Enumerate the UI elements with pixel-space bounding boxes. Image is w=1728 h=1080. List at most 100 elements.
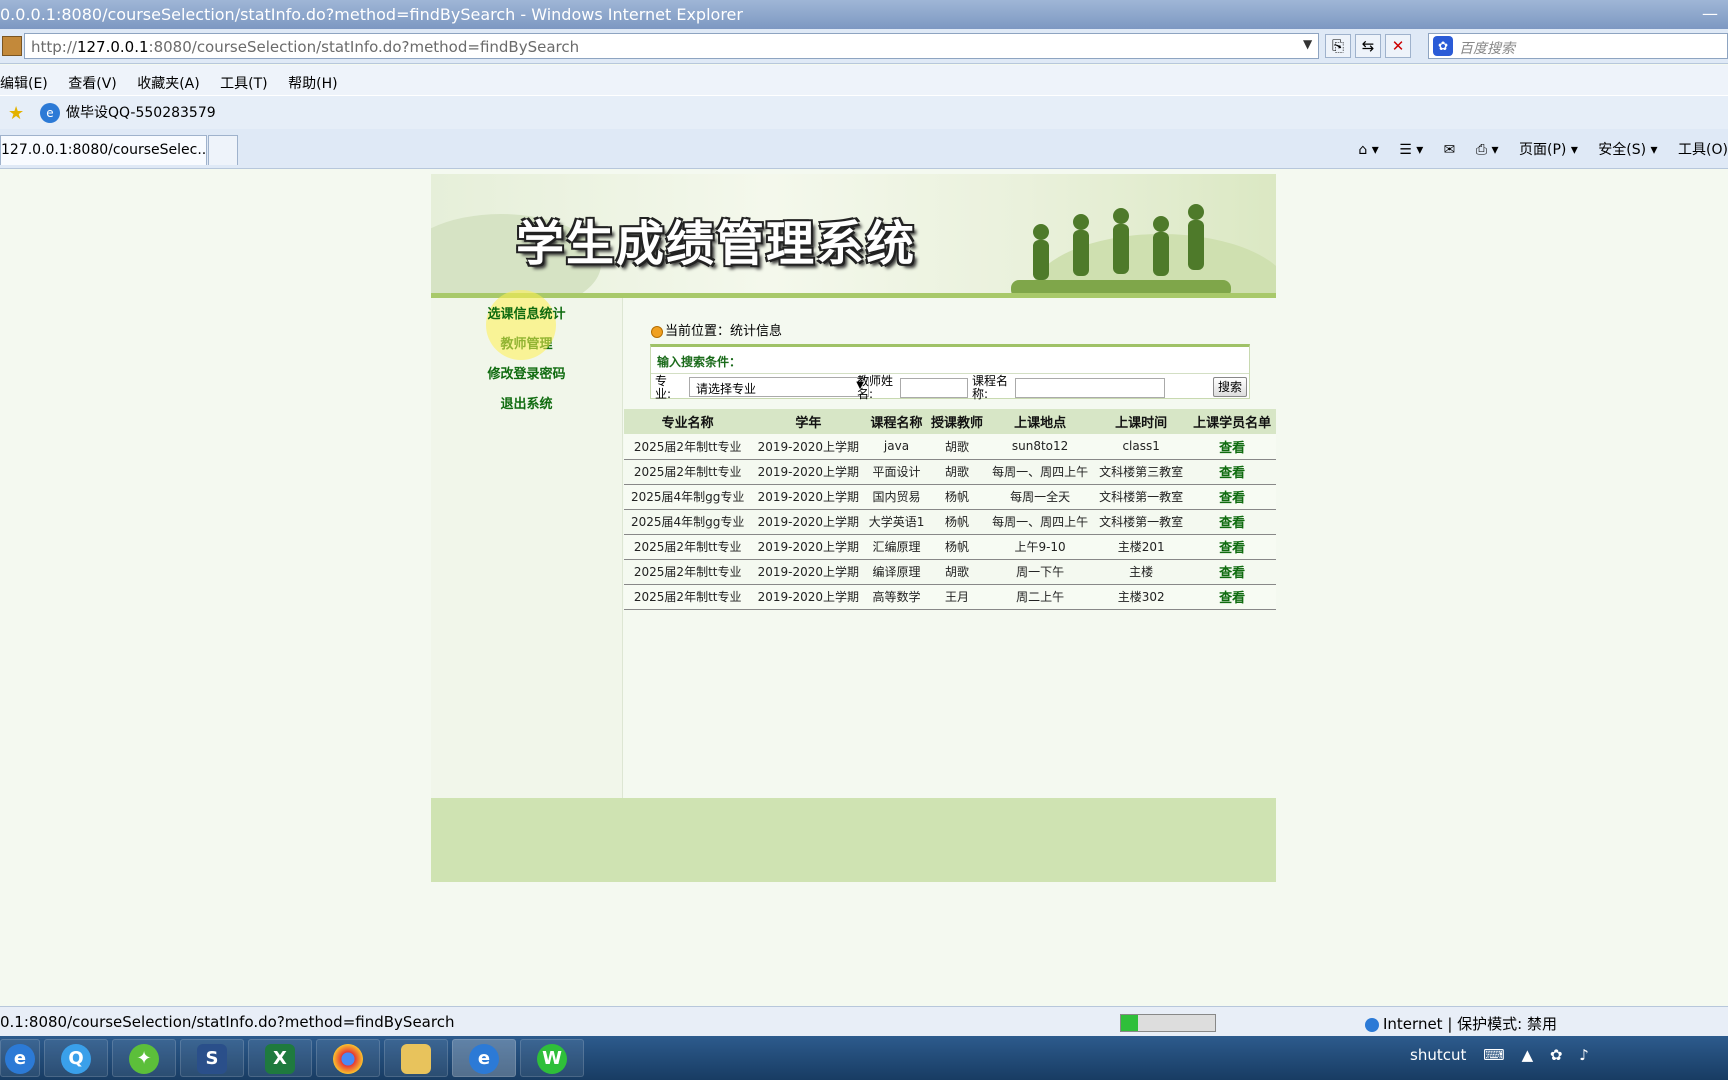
cell-time: 主楼: [1093, 559, 1189, 585]
page-viewport: 学生成绩管理系统 选课信息统计 教师管理 修改登录密码 退出系统 当前位置：统计…: [0, 170, 1728, 1006]
tab-active[interactable]: 127.0.0.1:8080/courseSelec...: [0, 135, 207, 165]
security-zone[interactable]: Internet | 保护模式: 禁用: [1365, 1013, 1557, 1034]
url-input[interactable]: http://127.0.0.1:8080/courseSelection/st…: [24, 33, 1319, 59]
course-label: 课程名称:: [972, 374, 1009, 401]
cell-course: 大学英语1: [865, 509, 928, 535]
cell-time: 主楼302: [1093, 584, 1189, 610]
sidebar-item-change-password[interactable]: 修改登录密码: [431, 360, 622, 390]
cell-teacher: 杨帆: [927, 509, 987, 535]
taskbar-s[interactable]: S: [180, 1039, 244, 1077]
col-time: 上课时间: [1093, 409, 1189, 434]
view-roster-link[interactable]: 查看: [1188, 534, 1276, 560]
sidebar-item-course-stats[interactable]: 选课信息统计: [431, 300, 622, 330]
minimize-button[interactable]: —: [1702, 4, 1718, 23]
cell-course: 汇编原理: [865, 534, 928, 560]
menu-favorites[interactable]: 收藏夹(A): [137, 76, 200, 92]
cell-year: 2019-2020上学期: [751, 584, 866, 610]
home-icon[interactable]: ⌂ ▾: [1358, 142, 1378, 158]
table-row: 2025届4年制gg专业 2019-2020上学期 大学英语1 杨帆 每周一、周四上午文…: [624, 509, 1276, 535]
globe-icon: [1365, 1017, 1379, 1032]
view-roster-link[interactable]: 查看: [1188, 434, 1276, 460]
favorite-link[interactable]: e 做毕设QQ-550283579: [40, 102, 216, 123]
course-input[interactable]: [1015, 378, 1165, 398]
tray-label[interactable]: shutcut: [1410, 1046, 1466, 1064]
stop-icon[interactable]: ✕: [1385, 34, 1411, 58]
cell-course: 平面设计: [865, 459, 928, 485]
table-row: 2025届2年制tt专业 2019-2020上学期 高等数学 王月 周二上午 主楼302 查…: [624, 584, 1276, 610]
zone-text: Internet | 保护模式: 禁用: [1383, 1015, 1557, 1033]
taskbar-qq[interactable]: Q: [44, 1039, 108, 1077]
window-titlebar: 0.0.0.1:8080/courseSelection/statInfo.do…: [0, 0, 1728, 29]
mail-icon[interactable]: ✉: [1444, 142, 1456, 158]
taskbar-chrome[interactable]: [316, 1039, 380, 1077]
tab-label: 127.0.0.1:8080/courseSelec...: [1, 142, 207, 158]
volume-icon[interactable]: ♪: [1579, 1046, 1589, 1064]
qq-icon: Q: [61, 1044, 91, 1074]
banner-title: 学生成绩管理系统: [516, 216, 917, 272]
search-placeholder: 百度搜索: [1459, 41, 1515, 57]
ie-icon: e: [5, 1044, 35, 1074]
major-select[interactable]: 请选择专业 ▼: [689, 377, 869, 397]
menu-tools[interactable]: 工具(T): [220, 76, 267, 92]
tool-icon: ✦: [129, 1044, 159, 1074]
wechat-icon: W: [537, 1044, 567, 1074]
taskbar-excel[interactable]: X: [248, 1039, 312, 1077]
command-bar: ⌂ ▾ ☰ ▾ ✉ ⎙ ▾ 页面(P) ▾ 安全(S) ▾ 工具(O): [1342, 139, 1728, 159]
cell-major: 2025届2年制tt专业: [624, 584, 752, 610]
feeds-icon[interactable]: ☰ ▾: [1399, 142, 1423, 158]
url-dropdown-icon[interactable]: ▼: [1303, 37, 1312, 51]
breadcrumb-text: 当前位置：统计信息: [665, 324, 783, 339]
taskbar-wechat[interactable]: W: [520, 1039, 584, 1077]
flower-icon[interactable]: ✿: [1550, 1046, 1563, 1064]
col-year: 学年: [751, 409, 866, 434]
view-roster-link[interactable]: 查看: [1188, 459, 1276, 485]
tools-menu[interactable]: 工具(O): [1678, 142, 1728, 158]
tray-up-icon[interactable]: ▲: [1522, 1046, 1534, 1064]
major-select-value: 请选择专业: [696, 382, 757, 396]
baidu-paw-icon: ✿: [1433, 36, 1453, 56]
window-title: 0.0.0.1:8080/courseSelection/statInfo.do…: [0, 5, 743, 24]
table-row: 2025届4年制gg专业 2019-2020上学期 国内贸易 杨帆 每周一全天 文科楼第一…: [624, 484, 1276, 510]
stats-table: 专业名称 学年 课程名称 授课教师 上课地点 上课时间 上课学员名单 2025届…: [624, 409, 1276, 610]
status-bar: 0.1:8080/courseSelection/statInfo.do?met…: [0, 1006, 1728, 1036]
system-tray: shutcut ⌨ ▲ ✿ ♪: [1410, 1046, 1601, 1064]
cell-location: sun8to12: [986, 434, 1094, 460]
excel-icon: X: [265, 1044, 295, 1074]
print-icon[interactable]: ⎙ ▾: [1476, 142, 1499, 158]
cell-teacher: 胡歌: [927, 459, 987, 485]
view-roster-link[interactable]: 查看: [1188, 484, 1276, 510]
search-input[interactable]: ✿ 百度搜索: [1428, 33, 1728, 59]
arrow-icon: [651, 325, 663, 338]
cell-location: 每周一全天: [986, 484, 1094, 510]
progress-fill: [1121, 1015, 1138, 1031]
cell-year: 2019-2020上学期: [751, 484, 866, 510]
col-roster: 上课学员名单: [1188, 409, 1276, 434]
menu-view[interactable]: 查看(V): [68, 76, 117, 92]
search-button[interactable]: 搜索: [1213, 377, 1247, 397]
cell-teacher: 王月: [927, 584, 987, 610]
table-header-row: 专业名称 学年 课程名称 授课教师 上课地点 上课时间 上课学员名单: [624, 409, 1276, 434]
menu-edit[interactable]: 编辑(E): [0, 76, 48, 92]
new-tab-button[interactable]: [208, 135, 238, 165]
teacher-input[interactable]: [900, 378, 968, 398]
cell-major: 2025届4年制gg专业: [624, 509, 752, 535]
view-roster-link[interactable]: 查看: [1188, 509, 1276, 535]
view-roster-link[interactable]: 查看: [1188, 559, 1276, 585]
view-roster-link[interactable]: 查看: [1188, 584, 1276, 610]
taskbar-ie[interactable]: e: [0, 1039, 40, 1077]
favorites-star-icon[interactable]: ★: [8, 103, 24, 124]
url-host: 127.0.0.1: [76, 38, 149, 56]
page-footer: [431, 798, 1276, 882]
menu-help[interactable]: 帮助(H): [288, 76, 337, 92]
s-icon: S: [197, 1044, 227, 1074]
page-menu[interactable]: 页面(P) ▾: [1519, 142, 1578, 158]
safety-menu[interactable]: 安全(S) ▾: [1598, 142, 1657, 158]
taskbar-ie-active[interactable]: e: [452, 1039, 516, 1077]
taskbar-folder[interactable]: [384, 1039, 448, 1077]
refresh-icon[interactable]: ⇆: [1355, 34, 1381, 58]
sidebar-item-logout[interactable]: 退出系统: [431, 390, 622, 420]
taskbar-tool[interactable]: ✦: [112, 1039, 176, 1077]
keyboard-icon[interactable]: ⌨: [1483, 1046, 1505, 1064]
col-major: 专业名称: [624, 409, 752, 434]
compat-view-icon[interactable]: ⎘: [1325, 34, 1351, 58]
